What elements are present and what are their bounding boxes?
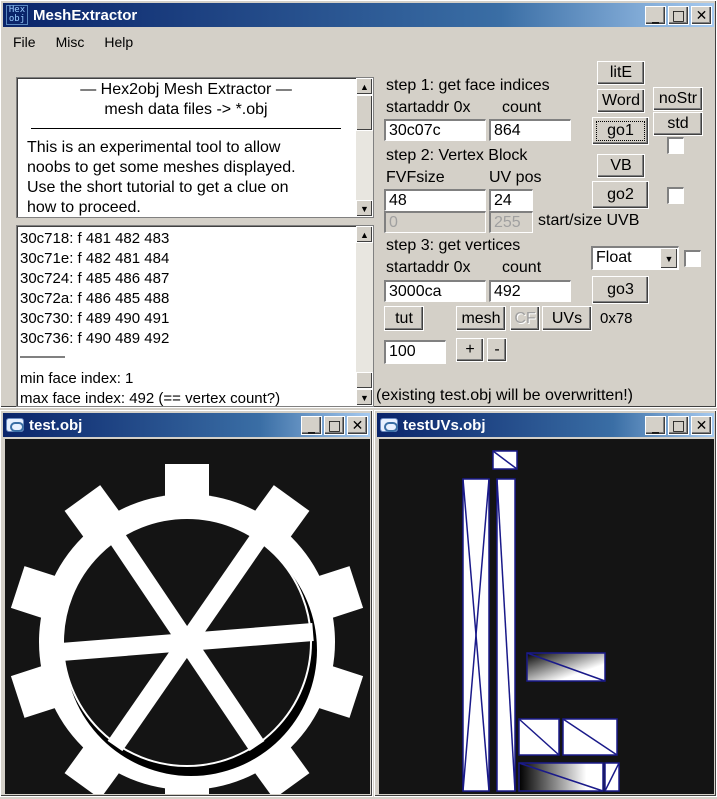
fvf-size-input[interactable]: 48 — [384, 189, 486, 211]
info-textbox[interactable]: — Hex2obj Mesh Extractor — mesh data fil… — [16, 77, 374, 218]
scale-input[interactable]: 100 — [384, 340, 446, 364]
hex-readout: 0x78 — [600, 310, 633, 327]
uvb-size-input: 255 — [489, 211, 533, 233]
step3-count-label: count — [502, 259, 542, 276]
list-item: 30c72a: f 486 485 488 — [20, 290, 170, 307]
minimize-button[interactable]: _ — [645, 6, 666, 25]
go2-button[interactable]: go2 — [592, 181, 649, 209]
close-button[interactable]: ✕ — [347, 416, 368, 435]
step2-checkbox[interactable] — [667, 187, 684, 204]
word-button[interactable]: Word — [597, 89, 645, 113]
mesh-viewport[interactable] — [5, 439, 370, 799]
scroll-up-icon[interactable]: ▲ — [356, 78, 373, 95]
menu-misc[interactable]: Misc — [46, 34, 95, 50]
cf-button: CF — [510, 306, 540, 331]
output-scrollbar[interactable]: ▲ ▼ — [356, 226, 373, 406]
close-button[interactable]: ✕ — [691, 416, 712, 435]
tutorial-button[interactable]: tut — [384, 306, 424, 331]
step2-heading: step 2: Vertex Block — [386, 147, 528, 164]
step1-startaddr-label: startaddr 0x — [386, 99, 471, 116]
lite-button[interactable]: litE — [597, 61, 645, 85]
gear-mesh-render — [10, 464, 364, 799]
min-face-index: min face index: 1 — [20, 370, 134, 387]
list-item: 30c730: f 489 490 491 — [20, 310, 170, 327]
step3-startaddr-input[interactable]: 3000ca — [384, 280, 486, 302]
format-select-value: Float — [596, 249, 632, 266]
maximize-button[interactable]: □ — [668, 6, 689, 25]
step1-startaddr-input[interactable]: 30c07c — [384, 119, 486, 141]
maximize-button[interactable]: □ — [324, 416, 345, 435]
format-select[interactable]: Float ▼ — [591, 246, 679, 270]
list-item: 30c736: f 490 489 492 — [20, 330, 170, 347]
output-list[interactable]: 30c718: f 481 482 483 30c71e: f 482 481 … — [16, 225, 374, 407]
fvf-size-label: FVFsize — [386, 169, 445, 186]
uv-window-title: testUVs.obj — [403, 416, 486, 434]
main-titlebar[interactable]: Hex obj MeshExtractor _ □ ✕ — [3, 3, 714, 27]
info-subtitle: mesh data files -> *.obj — [104, 101, 268, 118]
uvb-label: start/size UVB — [538, 212, 640, 229]
info-line: Use the short tutorial to get a clue on — [27, 179, 289, 196]
max-face-index: max face index: 492 (== vertex count?) — [20, 390, 281, 407]
info-title: — Hex2obj Mesh Extractor — — [80, 81, 292, 98]
step3-checkbox[interactable] — [684, 250, 701, 267]
chevron-down-icon[interactable]: ▼ — [660, 248, 678, 269]
list-item: 30c718: f 481 482 483 — [20, 230, 170, 247]
mesh-titlebar[interactable]: test.obj _ □ ✕ — [3, 413, 370, 437]
go3-button[interactable]: go3 — [592, 276, 649, 304]
window-app-icon — [6, 418, 24, 432]
maximize-button[interactable]: □ — [668, 416, 689, 435]
step1-checkbox[interactable] — [667, 137, 684, 154]
list-item: 30c724: f 485 486 487 — [20, 270, 170, 287]
mesh-window: test.obj _ □ ✕ — [0, 410, 373, 799]
step1-heading: step 1: get face indices — [386, 77, 550, 94]
overwrite-note: (existing test.obj will be overwritten!) — [376, 387, 633, 404]
plus-button[interactable]: + — [456, 338, 484, 362]
uvb-start-input: 0 — [384, 211, 486, 233]
info-scrollbar[interactable]: ▲ ▼ — [356, 78, 373, 217]
window-app-icon — [380, 418, 398, 432]
go1-button[interactable]: go1 — [592, 117, 649, 145]
menu-help[interactable]: Help — [94, 34, 143, 50]
vb-button[interactable]: VB — [597, 154, 645, 178]
uvs-button[interactable]: UVs — [542, 306, 592, 331]
info-line: how to proceed. — [27, 199, 141, 216]
scroll-up-icon[interactable]: ▲ — [356, 226, 373, 243]
menu-file[interactable]: File — [3, 34, 46, 50]
menu-bar: File Misc Help — [3, 29, 143, 55]
uv-layout-render — [462, 450, 620, 792]
list-separator: ——— — [20, 348, 65, 365]
step3-startaddr-label: startaddr 0x — [386, 259, 471, 276]
window-title: MeshExtractor — [33, 6, 138, 24]
minimize-button[interactable]: _ — [645, 416, 666, 435]
close-button[interactable]: ✕ — [691, 6, 712, 25]
minimize-button[interactable]: _ — [301, 416, 322, 435]
step3-count-input[interactable]: 492 — [489, 280, 571, 302]
scroll-thumb[interactable] — [356, 372, 373, 389]
info-line: noobs to get some meshes displayed. — [27, 159, 296, 176]
uv-titlebar[interactable]: testUVs.obj _ □ ✕ — [377, 413, 714, 437]
mesh-window-title: test.obj — [29, 416, 83, 434]
uv-viewport[interactable] — [379, 439, 714, 794]
info-divider — [31, 128, 341, 129]
scroll-thumb[interactable] — [356, 95, 373, 131]
std-button[interactable]: std — [653, 112, 703, 136]
mesh-button[interactable]: mesh — [456, 306, 506, 331]
uv-window: testUVs.obj _ □ ✕ — [374, 410, 717, 797]
nostr-button[interactable]: noStr — [653, 87, 703, 111]
hex-obj-app-icon: Hex obj — [6, 5, 28, 25]
uv-pos-label: UV pos — [489, 169, 542, 186]
list-item: 30c71e: f 482 481 484 — [20, 250, 170, 267]
scroll-down-icon[interactable]: ▼ — [356, 389, 373, 406]
uv-pos-input[interactable]: 24 — [489, 189, 533, 211]
step1-count-label: count — [502, 99, 542, 116]
step1-count-input[interactable]: 864 — [489, 119, 571, 141]
minus-button[interactable]: - — [487, 338, 507, 362]
info-line: This is an experimental tool to allow — [27, 139, 281, 156]
scroll-down-icon[interactable]: ▼ — [356, 200, 373, 217]
step3-heading: step 3: get vertices — [386, 237, 521, 254]
